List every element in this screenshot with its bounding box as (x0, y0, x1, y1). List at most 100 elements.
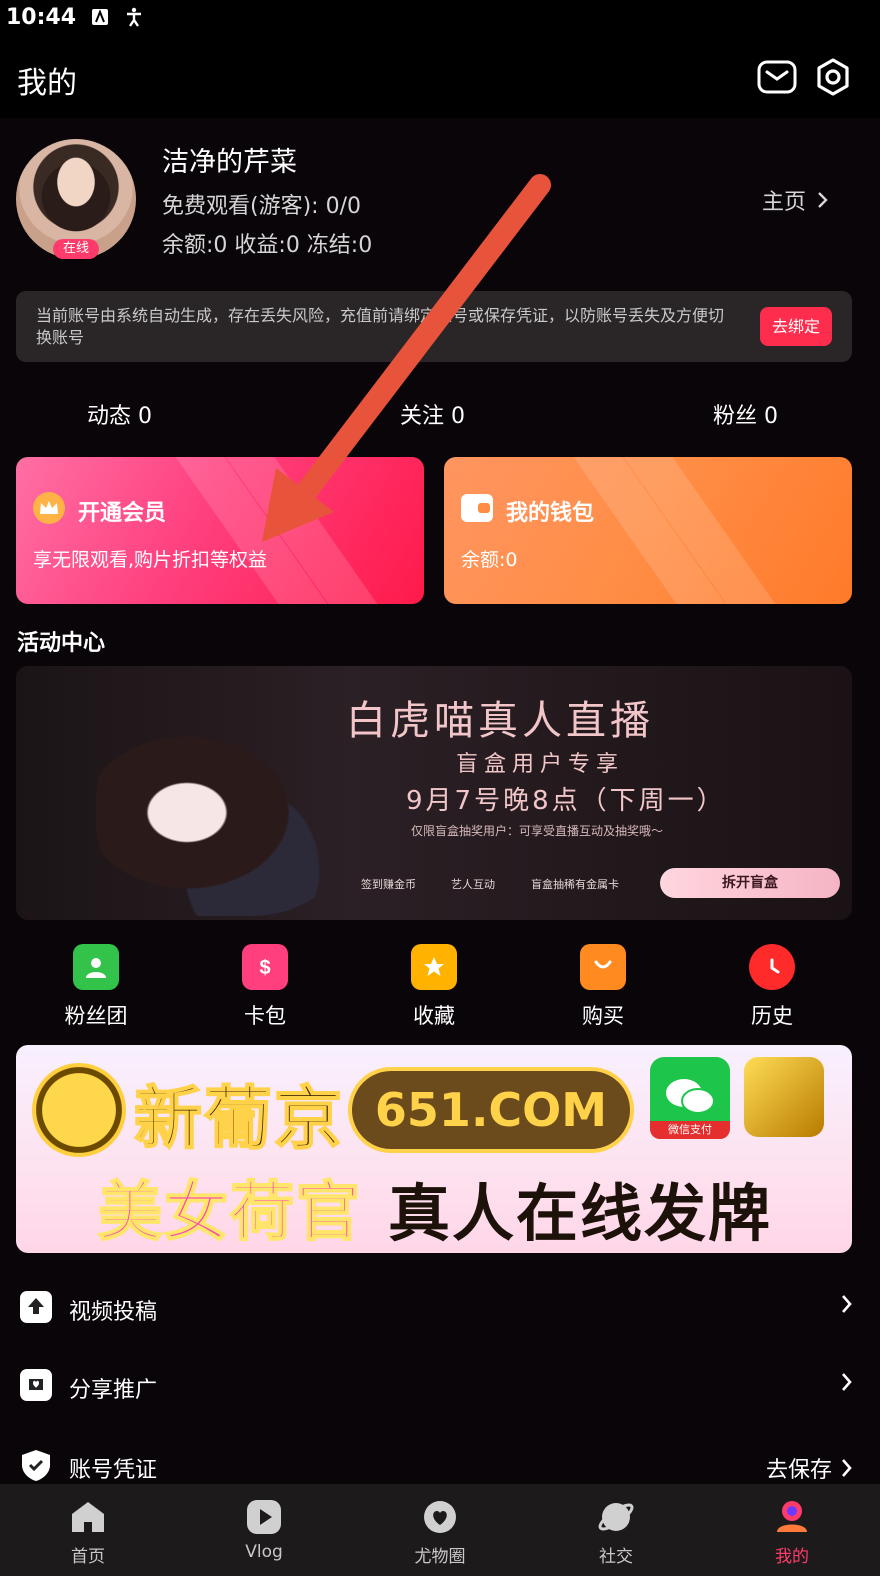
stat-posts-count: 0 (138, 404, 153, 429)
user-name: 洁净的芹菜 (162, 147, 297, 178)
wallet-card[interactable]: 我的钱包 余额:0 (444, 457, 852, 604)
ad-domain: 651.COM (348, 1067, 634, 1153)
banner-model-image (96, 686, 356, 916)
account-notice: 当前账号由系统自动生成，存在丢失风险，充值前请绑定账号或保存凭证，以防账号丢失及… (16, 291, 852, 362)
banner-note: 仅限盲盒抽奖用户：可享受直播互动及抽奖哦～ (411, 824, 664, 838)
quick-history[interactable]: 历史 (712, 944, 832, 1030)
settings-button[interactable] (812, 56, 854, 98)
mahjong-icon (744, 1057, 824, 1137)
banner-feature-interact: 艺人互动 (451, 878, 495, 891)
live-stream-banner[interactable]: 白虎喵真人直播 盲盒用户专享 9月7号晚8点（下周一） 仅限盲盒抽奖用户：可享受… (16, 666, 852, 920)
homepage-link[interactable]: 主页 (762, 184, 828, 216)
nav-vlog[interactable]: Vlog (176, 1484, 352, 1576)
stat-fans[interactable]: 粉丝 0 (713, 398, 778, 430)
ad-slogan-1: 美女荷官 (97, 1175, 362, 1251)
vip-card-subtitle: 享无限观看,购片折扣等权益 (33, 549, 268, 571)
svg-text:$: $ (259, 957, 270, 979)
quick-coupons-label: 卡包 (244, 1004, 286, 1028)
stat-fans-label: 粉丝 (713, 404, 758, 429)
ad-banner[interactable]: 新葡京 651.COM 微信支付 美女荷官 真人在线发牌 (16, 1045, 852, 1253)
free-watch-quota: 免费观看(游客): 0/0 (162, 194, 361, 219)
menu-video-upload[interactable]: 视频投稿 (16, 1282, 852, 1342)
crown-icon (33, 492, 65, 524)
nav-home-label: 首页 (71, 1547, 105, 1567)
bag-icon (580, 944, 626, 990)
activity-section-title: 活动中心 (17, 631, 106, 656)
bottom-nav: 首页 Vlog 尤物圈 社交 我的 (0, 1484, 880, 1576)
user-icon (73, 944, 119, 990)
quick-purchases[interactable]: 购买 (543, 944, 663, 1030)
quick-fan-club-label: 粉丝团 (64, 1004, 128, 1028)
top-header: 我的 (0, 34, 880, 118)
status-bar: 10:44 (0, 0, 880, 34)
bind-account-button[interactable]: 去绑定 (760, 307, 832, 346)
menu-share-promotion-right (840, 1372, 852, 1392)
quick-favorites-label: 收藏 (413, 1004, 455, 1028)
menu-account-credential-right: 去保存 (766, 1452, 852, 1484)
chevron-right-icon (842, 1459, 852, 1477)
menu-account-credential-label: 账号凭证 (69, 1458, 158, 1483)
vip-card[interactable]: 开通会员 享无限观看,购片折扣等权益 (16, 457, 424, 604)
menu-video-upload-label: 视频投稿 (69, 1300, 158, 1325)
page-title: 我的 (17, 66, 77, 101)
ad-brand: 新葡京 (133, 1079, 345, 1160)
chevron-right-icon (842, 1295, 852, 1313)
message-button[interactable] (756, 56, 798, 98)
nav-home[interactable]: 首页 (0, 1484, 176, 1576)
banner-subtitle: 盲盒用户专享 (456, 752, 625, 777)
a11y-text-icon (90, 7, 110, 27)
share-icon (20, 1369, 52, 1401)
quick-coupons[interactable]: $ 卡包 (205, 944, 325, 1030)
menu-share-promotion[interactable]: 分享推广 (16, 1360, 852, 1420)
home-icon (69, 1498, 107, 1536)
upload-icon (20, 1291, 52, 1323)
stat-fans-count: 0 (764, 404, 779, 429)
status-time: 10:44 (6, 4, 77, 30)
quick-purchases-label: 购买 (582, 1004, 624, 1028)
quick-history-label: 历史 (751, 1004, 793, 1028)
chevron-right-icon (842, 1373, 852, 1391)
nav-mine-label: 我的 (775, 1547, 809, 1567)
banner-feature-card: 盲盒抽稀有金属卡 (531, 878, 619, 891)
play-icon (245, 1498, 283, 1536)
wallet-icon (461, 494, 493, 522)
save-credential-link[interactable]: 去保存 (766, 1452, 832, 1484)
menu-share-promotion-label: 分享推广 (69, 1378, 158, 1403)
nav-mine[interactable]: 我的 (704, 1484, 880, 1576)
mail-icon (757, 60, 797, 94)
stat-posts-label: 动态 (87, 404, 132, 429)
open-blindbox-button[interactable]: 拆开盲盒 (660, 868, 840, 898)
nav-youwu-label: 尤物圈 (414, 1547, 466, 1567)
banner-headline: 白虎喵真人直播 (346, 698, 654, 744)
wechat-pay-label: 微信支付 (650, 1121, 730, 1139)
homepage-label: 主页 (762, 190, 807, 215)
vip-card-title: 开通会员 (78, 501, 167, 526)
chevron-right-icon (818, 192, 828, 208)
planet-icon (597, 1498, 635, 1536)
balance-summary: 余额:0 收益:0 冻结:0 (162, 233, 373, 258)
nav-social[interactable]: 社交 (528, 1484, 704, 1576)
stat-following-label: 关注 (400, 404, 445, 429)
profile-icon (773, 1498, 811, 1536)
notice-text: 当前账号由系统自动生成，存在丢失风险，充值前请绑定账号或保存凭证，以防账号丢失及… (36, 306, 725, 347)
ad-slogan-2: 真人在线发牌 (388, 1177, 773, 1250)
menu-video-upload-right (840, 1294, 852, 1314)
accessibility-icon (124, 7, 144, 27)
stat-following-count: 0 (451, 404, 466, 429)
casino-logo (32, 1063, 126, 1157)
quick-fan-club[interactable]: 粉丝团 (36, 944, 156, 1030)
clock-icon (749, 944, 795, 990)
banner-date: 9月7号晚8点（下周一） (406, 786, 726, 816)
coupon-icon: $ (242, 944, 288, 990)
shield-icon (22, 1450, 50, 1481)
stat-following[interactable]: 关注 0 (400, 398, 465, 430)
nav-social-label: 社交 (599, 1547, 633, 1567)
quick-favorites[interactable]: 收藏 (374, 944, 494, 1030)
online-badge: 在线 (53, 239, 99, 259)
heart-icon (421, 1498, 459, 1536)
banner-feature-checkin: 签到赚金币 (361, 878, 416, 891)
gear-icon (817, 58, 849, 96)
nav-youwu[interactable]: 尤物圈 (352, 1484, 528, 1576)
nav-vlog-label: Vlog (245, 1542, 283, 1562)
stat-posts[interactable]: 动态 0 (87, 398, 152, 430)
